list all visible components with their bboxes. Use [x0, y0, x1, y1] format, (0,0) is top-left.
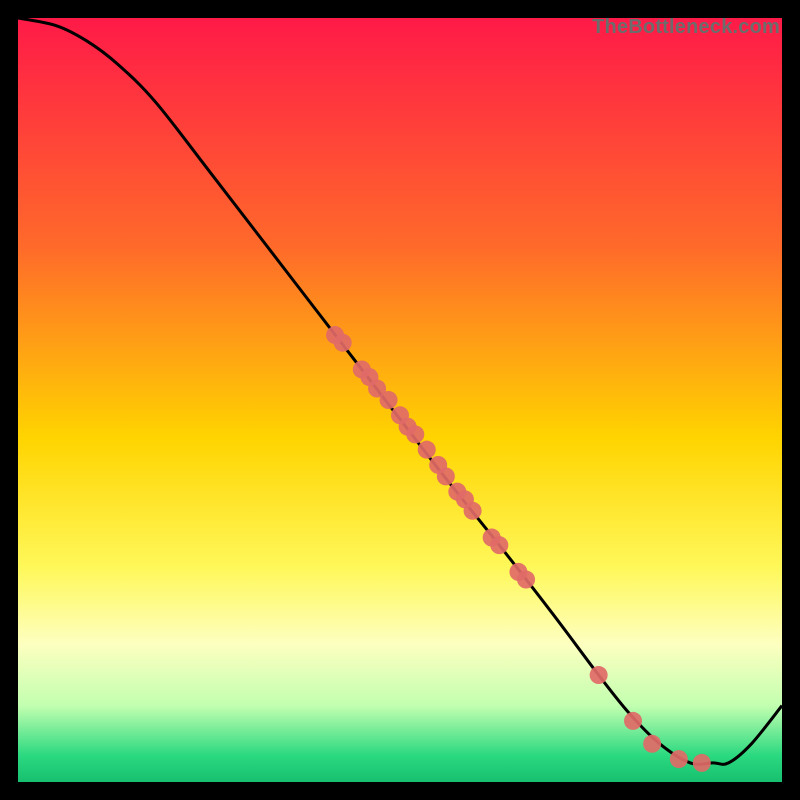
scatter-point	[517, 571, 535, 589]
scatter-point	[380, 391, 398, 409]
scatter-point	[437, 467, 455, 485]
watermark-text: TheBottleneck.com	[592, 16, 780, 39]
gradient-background	[18, 18, 782, 782]
scatter-point	[490, 536, 508, 554]
scatter-point	[590, 666, 608, 684]
scatter-point	[693, 754, 711, 772]
chart-svg	[18, 18, 782, 782]
scatter-point	[406, 425, 424, 443]
chart-frame: TheBottleneck.com	[18, 18, 782, 782]
scatter-point	[334, 334, 352, 352]
scatter-point	[624, 712, 642, 730]
scatter-point	[418, 441, 436, 459]
scatter-point	[670, 750, 688, 768]
scatter-point	[643, 735, 661, 753]
scatter-point	[464, 502, 482, 520]
